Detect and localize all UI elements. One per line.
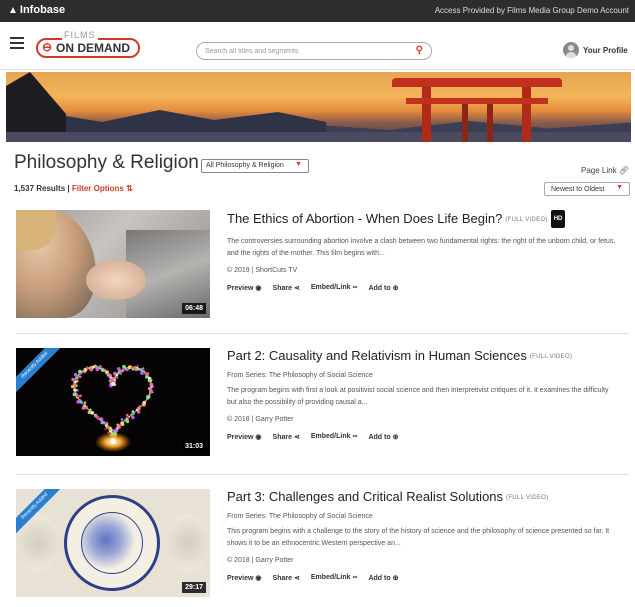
video-title-link[interactable]: Part 3: Challenges and Critical Realist … bbox=[227, 489, 503, 504]
sort-select-value: Newest to Oldest bbox=[551, 186, 605, 193]
access-provider-text: Access Provided by Films Media Group Dem… bbox=[434, 6, 629, 15]
video-description: The program begins with first a look at … bbox=[227, 387, 609, 406]
video-actions: Preview ◉ Share ⋖ Embed/Link ∞ Add to ⊕ bbox=[227, 574, 627, 582]
divider bbox=[16, 333, 628, 334]
chevron-down-icon: ▼ bbox=[295, 161, 302, 168]
video-meta: © 2018 | Garry Potter bbox=[227, 557, 294, 564]
heart-lights-image bbox=[70, 364, 155, 452]
category-select[interactable]: All Philosophy & Religion ▼ bbox=[201, 159, 309, 173]
video-description: This program begins with a challenge to … bbox=[227, 528, 610, 547]
search-bar: ⚲ bbox=[196, 42, 432, 60]
logo-arrow-icon: ⊖ bbox=[42, 40, 53, 54]
video-actions: Preview ◉ Share ⋖ Embed/Link ∞ Add to ⊕ bbox=[227, 433, 627, 441]
video-actions: Preview ◉ Share ⋖ Embed/Link ∞ Add to ⊕ bbox=[227, 284, 627, 292]
results-summary: 1,537 Results | Filter Options ⇅ bbox=[14, 184, 133, 193]
share-button[interactable]: Share ⋖ bbox=[273, 433, 300, 441]
video-title-link[interactable]: The Ethics of Abortion - When Does Life … bbox=[227, 211, 502, 226]
full-video-tag: (FULL VIDEO) bbox=[506, 495, 549, 501]
eye-icon: ◉ bbox=[255, 285, 262, 292]
full-video-tag: (FULL VIDEO) bbox=[529, 354, 573, 360]
preview-button[interactable]: Preview ◉ bbox=[227, 284, 262, 292]
search-icon[interactable]: ⚲ bbox=[416, 45, 423, 56]
link-icon: ∞ bbox=[352, 433, 358, 440]
share-icon: ⋖ bbox=[293, 575, 300, 582]
torii-gate bbox=[392, 78, 562, 142]
share-icon: ⋖ bbox=[293, 285, 300, 292]
divider bbox=[16, 474, 628, 475]
hd-badge: HD bbox=[550, 210, 566, 228]
embed-link-button[interactable]: Embed/Link ∞ bbox=[311, 433, 358, 441]
embed-link-button[interactable]: Embed/Link ∞ bbox=[311, 284, 358, 292]
full-video-tag: (FULL VIDEO) bbox=[505, 217, 548, 223]
infobase-logo-icon: ▲ bbox=[8, 5, 18, 16]
link-icon: 🔗︎ bbox=[618, 166, 629, 175]
plus-circle-icon: ⊕ bbox=[392, 434, 399, 441]
filter-options-button[interactable]: Filter Options ⇅ bbox=[72, 184, 133, 193]
page-link[interactable]: Page Link 🔗︎ bbox=[581, 166, 629, 175]
link-icon: ∞ bbox=[352, 284, 358, 291]
video-description: The controversies surrounding abortion i… bbox=[227, 238, 616, 257]
infobase-logo[interactable]: ▲ Infobase bbox=[8, 4, 65, 16]
search-input[interactable] bbox=[205, 46, 405, 57]
films-on-demand-logo[interactable]: FILMS ⊖ ON DEMAND bbox=[36, 30, 144, 62]
filter-icon: ⇅ bbox=[126, 184, 133, 193]
video-meta: © 2018 | Garry Potter bbox=[227, 416, 294, 423]
share-button[interactable]: Share ⋖ bbox=[273, 574, 300, 582]
video-meta: © 2019 | ShortCuts TV bbox=[227, 267, 298, 274]
embed-link-button[interactable]: Embed/Link ∞ bbox=[311, 574, 358, 582]
profile-label: Your Profile bbox=[583, 45, 628, 55]
preview-button[interactable]: Preview ◉ bbox=[227, 433, 262, 441]
plus-circle-icon: ⊕ bbox=[392, 575, 399, 582]
preview-button[interactable]: Preview ◉ bbox=[227, 574, 262, 582]
series-label[interactable]: From Series: The Philosophy of Social Sc… bbox=[227, 513, 627, 520]
infobase-bar: ▲ Infobase Access Provided by Films Media… bbox=[0, 0, 635, 22]
illustrated-plate-image bbox=[64, 495, 160, 591]
video-thumbnail[interactable]: 06:48 bbox=[16, 210, 210, 318]
page-title: Philosophy & Religion bbox=[14, 152, 199, 173]
page-link-label: Page Link bbox=[581, 166, 617, 175]
video-thumbnail[interactable]: Recently Added 29:17 bbox=[16, 489, 210, 597]
link-icon: ∞ bbox=[352, 574, 358, 581]
profile-menu[interactable]: Your Profile bbox=[563, 40, 628, 60]
menu-icon[interactable] bbox=[10, 37, 24, 49]
video-thumbnail[interactable]: Recently Added 31:03 bbox=[16, 348, 210, 456]
avatar-icon bbox=[563, 42, 579, 58]
site-header: FILMS ⊖ ON DEMAND ⚲ Your Profile bbox=[0, 22, 635, 70]
category-banner-image bbox=[6, 72, 631, 142]
eye-icon: ◉ bbox=[255, 434, 262, 441]
chevron-down-icon: ▼ bbox=[616, 184, 623, 191]
duration-badge: 06:48 bbox=[182, 303, 206, 314]
duration-badge: 29:17 bbox=[182, 582, 206, 593]
sort-select[interactable]: Newest to Oldest ▼ bbox=[544, 182, 630, 196]
add-to-button[interactable]: Add to ⊕ bbox=[368, 284, 398, 292]
video-title-link[interactable]: Part 2: Causality and Relativism in Huma… bbox=[227, 348, 527, 363]
filter-options-label: Filter Options bbox=[71, 184, 124, 193]
share-button[interactable]: Share ⋖ bbox=[273, 284, 300, 292]
results-separator: | bbox=[65, 184, 72, 193]
duration-badge: 31:03 bbox=[182, 441, 206, 452]
eye-icon: ◉ bbox=[255, 575, 262, 582]
plus-circle-icon: ⊕ bbox=[392, 285, 399, 292]
add-to-button[interactable]: Add to ⊕ bbox=[368, 433, 398, 441]
category-select-value: All Philosophy & Religion bbox=[206, 162, 284, 169]
infobase-brand-text: Infobase bbox=[19, 4, 66, 16]
series-label[interactable]: From Series: The Philosophy of Social Sc… bbox=[227, 372, 627, 379]
share-icon: ⋖ bbox=[293, 434, 300, 441]
results-count: 1,537 Results bbox=[14, 184, 66, 193]
logo-films-text: FILMS bbox=[62, 30, 98, 40]
logo-ondemand-text: ON DEMAND bbox=[56, 41, 130, 55]
add-to-button[interactable]: Add to ⊕ bbox=[368, 574, 398, 582]
